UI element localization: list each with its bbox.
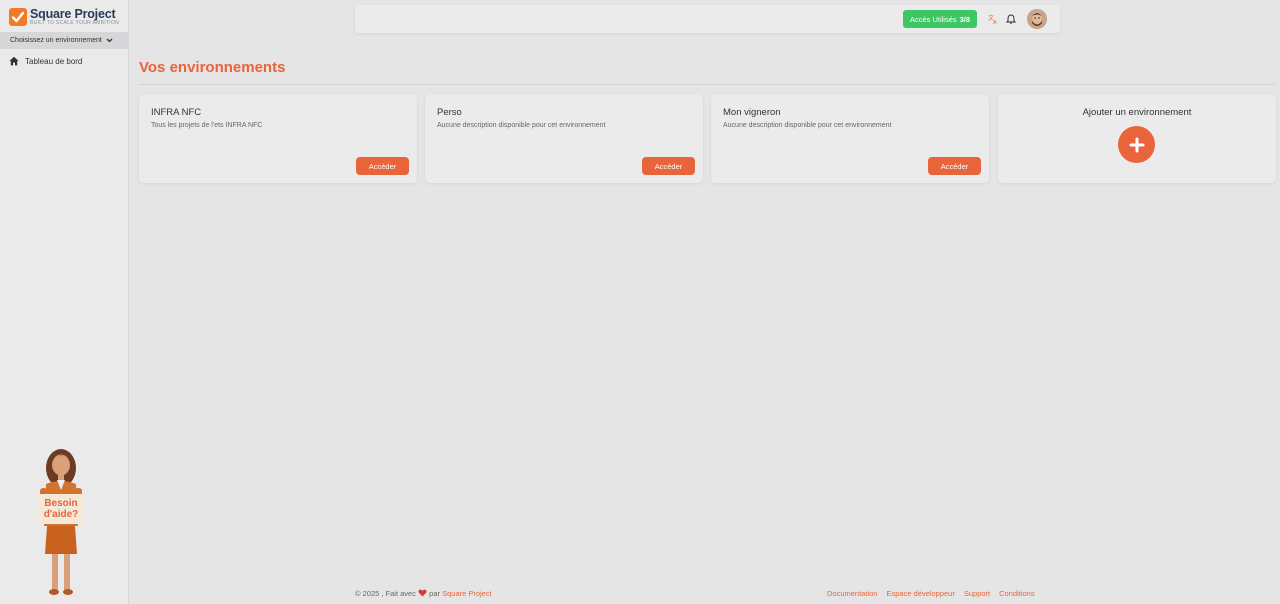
access-usage-badge: Accès Utilisés 3/8 [903, 10, 977, 28]
help-assistant[interactable]: Besoin d'aide? [30, 448, 92, 598]
heart-icon [418, 589, 427, 599]
environment-card: Perso Aucune description disponible pour… [425, 94, 703, 183]
environment-card: INFRA NFC Tous les projets de l'ets INFR… [139, 94, 417, 183]
footer-link-developer-space[interactable]: Espace développeur [886, 589, 954, 598]
add-environment-title: Ajouter un environnement [1082, 107, 1192, 118]
sidebar-item-dashboard[interactable]: Tableau de bord [0, 52, 128, 70]
title-divider [139, 84, 1275, 85]
sidebar: Square Project BUILT TO SCALE YOUR AMBIT… [0, 0, 129, 604]
environment-title: Perso [437, 107, 462, 118]
environment-select[interactable]: Choisissez un environnement [0, 32, 128, 49]
avatar[interactable] [1027, 9, 1047, 29]
access-usage-label: Accès Utilisés [909, 14, 957, 24]
brand-name: Square Project [30, 6, 116, 21]
add-environment-card[interactable]: Ajouter un environnement [998, 94, 1276, 183]
svg-text:A: A [993, 20, 997, 24]
footer-link-conditions[interactable]: Conditions [999, 589, 1034, 598]
sidebar-item-label: Tableau de bord [25, 56, 83, 66]
brand-tagline: BUILT TO SCALE YOUR AMBITION [30, 20, 120, 27]
translate-icon[interactable]: 文A [987, 13, 999, 25]
footer-link-documentation[interactable]: Documentation [827, 589, 877, 598]
environment-title: INFRA NFC [151, 107, 202, 118]
footer-links: Documentation Espace développeur Support Co… [827, 589, 1044, 598]
environment-card: Mon vigneron Aucune description disponib… [711, 94, 989, 183]
help-sign-line2: d'aide? [43, 509, 79, 520]
access-usage-count: 3/8 [959, 14, 971, 24]
help-sign-line1: Besoin [44, 498, 78, 509]
checkmark-logo-icon [9, 8, 27, 26]
help-sign[interactable]: Besoin d'aide? [38, 494, 84, 524]
environment-description: Aucune description disponible pour cet e… [723, 122, 892, 129]
environment-select-label: Choisissez un environnement [10, 37, 102, 44]
footer-brand-link[interactable]: Square Project [442, 589, 492, 598]
top-bar: Accès Utilisés 3/8 文A [355, 5, 1060, 33]
environment-description: Aucune description disponible pour cet e… [437, 122, 606, 129]
environment-title: Mon vigneron [723, 107, 781, 118]
access-environment-button[interactable]: Accéder [356, 157, 409, 175]
footer-copyright: © 2025 , Fait avec par Square Project [355, 589, 492, 599]
page-title: Vos environnements [139, 59, 286, 76]
footer-link-support[interactable]: Support [964, 589, 990, 598]
environment-description: Tous les projets de l'ets INFRA NFC [151, 122, 263, 129]
copyright-text: © 2025 , Fait avec [355, 589, 416, 598]
bell-icon[interactable] [1005, 13, 1017, 25]
access-environment-button[interactable]: Accéder [928, 157, 981, 175]
plus-icon [1129, 137, 1144, 152]
access-environment-button[interactable]: Accéder [642, 157, 695, 175]
home-icon [9, 56, 19, 66]
chevron-down-icon [106, 38, 113, 43]
by-text: par [429, 589, 441, 598]
add-environment-button[interactable] [1118, 126, 1155, 163]
brand-logo[interactable]: Square Project BUILT TO SCALE YOUR AMBIT… [0, 0, 128, 30]
